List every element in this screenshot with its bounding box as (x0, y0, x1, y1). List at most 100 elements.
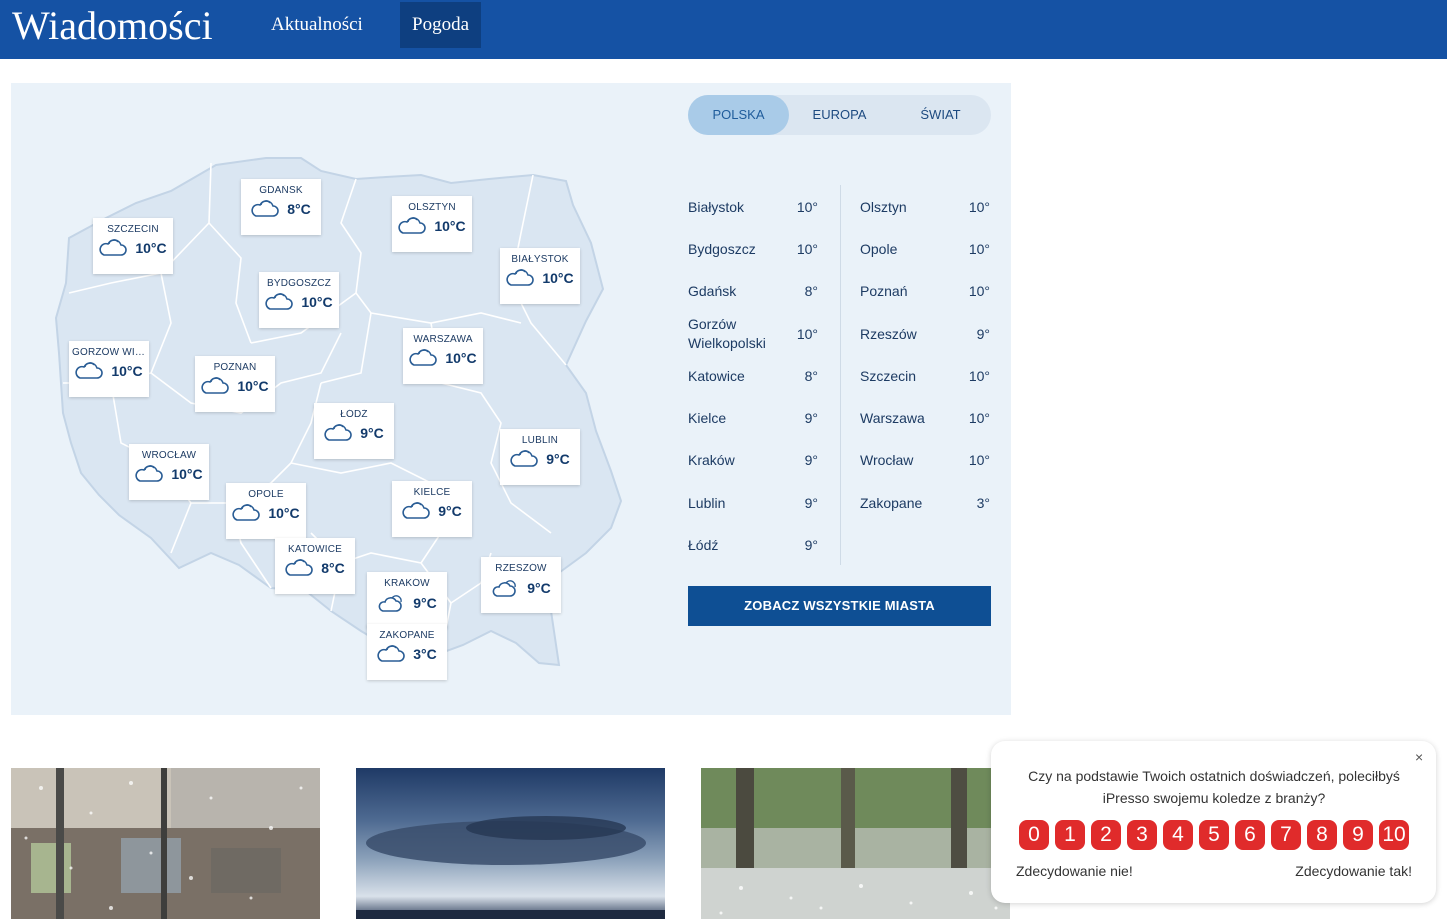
map-card-bydgoszcz[interactable]: BYDGOSZCZ 10°C (259, 272, 339, 328)
score-button-0[interactable]: 0 (1019, 820, 1049, 850)
city-list-temp: 9° (976, 326, 990, 342)
nav-item-pogoda[interactable]: Pogoda (400, 2, 481, 48)
see-all-cities-button[interactable]: ZOBACZ WSZYSTKIE MIASTA (688, 586, 991, 626)
map-card-city-name: WARSZAWA (413, 334, 473, 345)
tab-polska[interactable]: POLSKA (688, 95, 789, 135)
map-card-city-name: KATOWICE (287, 544, 342, 555)
map-card-szczecin[interactable]: SZCZECIN 10°C (93, 218, 173, 274)
close-icon[interactable]: × (1415, 749, 1423, 765)
score-button-6[interactable]: 6 (1235, 820, 1265, 850)
map-card-city-name: GORZÓW WIELK... (72, 347, 149, 358)
map-card-temp: 10°C (268, 505, 300, 521)
city-list-temp: 9° (804, 537, 818, 553)
city-list-name: Katowice (688, 368, 745, 384)
map-card-city-name: BYDGOSZCZ (266, 278, 332, 289)
cloud-icon (377, 645, 405, 663)
city-list-temp: 9° (804, 410, 818, 426)
tab-europa[interactable]: EUROPA (789, 95, 890, 135)
city-list-divider (840, 185, 841, 565)
cloud-icon (251, 200, 279, 218)
city-list-temp: 9° (804, 495, 818, 511)
map-card-temp: 9°C (360, 425, 384, 441)
city-list-temp: 10° (968, 283, 990, 299)
city-list-name: Gorzów Wielkopolski (688, 316, 766, 351)
map-card-katowice[interactable]: KATOWICE 8°C (275, 538, 355, 594)
map-card-city-name: KIELCE (413, 487, 451, 498)
map-card-gorzow[interactable]: GORZÓW WIELK... 10°C (69, 341, 149, 397)
map-card-temp: 10°C (135, 240, 167, 256)
map-card-lodz[interactable]: ŁÓDŹ 9°C (314, 403, 394, 459)
map-card-lublin[interactable]: LUBLIN 9°C (500, 429, 580, 485)
region-tabs: POLSKA EUROPA ŚWIAT (688, 95, 991, 135)
tab-swiat[interactable]: ŚWIAT (890, 95, 991, 135)
rain-street-image (11, 768, 320, 919)
score-button-1[interactable]: 1 (1055, 820, 1085, 850)
score-button-4[interactable]: 4 (1163, 820, 1193, 850)
map-card-olsztyn[interactable]: OLSZTYN 10°C (392, 196, 472, 252)
score-button-3[interactable]: 3 (1127, 820, 1157, 850)
map-card-poznan[interactable]: POZNAŃ 10°C (195, 356, 275, 412)
cloud-icon (285, 559, 313, 577)
city-list-name: Poznań (860, 283, 908, 299)
map-card-zakopane[interactable]: ZAKOPANE 3°C (367, 624, 447, 680)
city-list-name: Białystok (688, 199, 745, 215)
map-card-krakow[interactable]: KRAKÓW 9°C (367, 572, 447, 628)
map-card-temp: 9°C (438, 503, 462, 519)
cloud-icon (324, 424, 352, 442)
cloud-icon (99, 239, 128, 257)
city-list-name: Szczecin (860, 368, 917, 384)
storm-clouds-image (356, 768, 665, 919)
city-list-temp: 8° (804, 368, 818, 384)
site-logo[interactable]: Wiadomości (12, 2, 213, 50)
map-card-rzeszow[interactable]: RZESZÓW 9°C (481, 557, 561, 613)
score-button-10[interactable]: 10 (1379, 820, 1409, 850)
city-list-name: Wrocław (860, 452, 914, 468)
cloud-icon (510, 450, 538, 468)
map-card-city-name: ŁÓDŹ (340, 409, 368, 420)
city-list-temp: 10° (796, 241, 818, 257)
score-button-9[interactable]: 9 (1343, 820, 1373, 850)
map-card-temp: 10°C (542, 270, 574, 286)
city-list-name: Gdańsk (688, 283, 737, 299)
weather-panel: GDAŃSK 8°C OLSZTYN 10°C SZCZECIN 10°C BI… (11, 83, 1011, 715)
map-card-temp: 10°C (171, 466, 203, 482)
map-card-temp: 10°C (111, 363, 143, 379)
map-card-temp: 10°C (434, 218, 466, 234)
city-list-temp: 10° (796, 326, 818, 342)
score-button-2[interactable]: 2 (1091, 820, 1121, 850)
score-button-8[interactable]: 8 (1307, 820, 1337, 850)
map-card-city-name: RZESZÓW (495, 563, 547, 574)
poland-map (54, 157, 623, 667)
city-list-name: Bydgoszcz (688, 241, 756, 257)
city-list-temp: 9° (804, 452, 818, 468)
city-list-temp: 10° (968, 410, 990, 426)
map-card-kielce[interactable]: KIELCE 9°C (392, 481, 472, 537)
city-list-name: Lublin (688, 495, 726, 511)
nav-item-aktualnosci[interactable]: Aktualności (259, 2, 375, 48)
map-card-city-name: OPOLE (248, 489, 284, 500)
cloud-icon (75, 362, 104, 380)
article-photo-rain-street[interactable] (11, 768, 320, 919)
map-card-bialystok[interactable]: BIAŁYSTOK 10°C (500, 248, 580, 304)
city-list-temp: 10° (968, 368, 990, 384)
nps-survey-popup: × Czy na podstawie Twoich ostatnich dośw… (991, 741, 1436, 903)
article-photo-rain-park[interactable] (701, 768, 1010, 919)
map-card-temp: 9°C (413, 595, 437, 611)
cloud-icon (506, 269, 535, 287)
map-card-warszawa[interactable]: WARSZAWA 10°C (403, 328, 483, 384)
map-card-temp: 10°C (445, 350, 477, 366)
map-card-gdansk[interactable]: GDAŃSK 8°C (241, 179, 321, 235)
cloud-icon (398, 217, 427, 235)
map-card-opole[interactable]: OPOLE 10°C (226, 483, 306, 539)
map-card-wroclaw[interactable]: WROCŁAW 10°C (129, 444, 209, 500)
city-list-temp: 10° (796, 199, 818, 215)
score-button-7[interactable]: 7 (1271, 820, 1301, 850)
map-card-city-name: OLSZTYN (408, 202, 456, 213)
score-button-5[interactable]: 5 (1199, 820, 1229, 850)
cloud-icon (135, 465, 164, 483)
city-list-temp: 10° (968, 452, 990, 468)
article-photo-storm-clouds[interactable] (356, 768, 665, 919)
city-list-temp: 3° (976, 495, 990, 511)
city-list-temp: 10° (968, 199, 990, 215)
cloud-icon (201, 377, 230, 395)
